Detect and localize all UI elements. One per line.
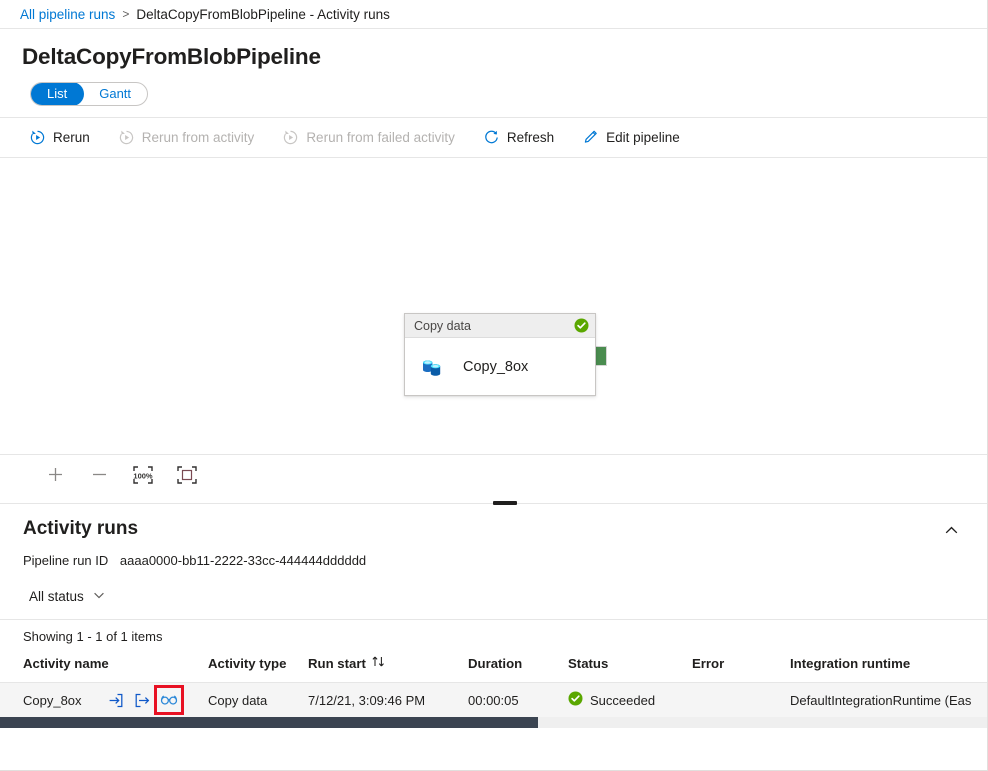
status-success-icon — [568, 691, 583, 709]
page-title: DeltaCopyFromBlobPipeline — [22, 43, 967, 71]
pipeline-run-id-label: Pipeline run ID — [23, 553, 108, 568]
column-header-run-start-label: Run start — [308, 656, 366, 671]
rerun-label: Rerun — [53, 130, 90, 145]
breadcrumb-current: DeltaCopyFromBlobPipeline - Activity run… — [136, 7, 390, 22]
tab-list[interactable]: List — [30, 82, 84, 106]
activity-runs-panel: Activity runs Pipeline run ID aaaa0000-b… — [0, 512, 987, 770]
pipeline-canvas[interactable]: Copy data — [0, 158, 987, 454]
chevron-up-icon — [943, 522, 960, 542]
row-action-icons — [106, 691, 178, 709]
activity-runs-table-wrap: Activity name Activity type Run start — [0, 655, 987, 728]
command-toolbar: Rerun Rerun from activity Rerun from — [0, 117, 987, 158]
column-header-error[interactable]: Error — [692, 655, 790, 683]
activity-node-header: Copy data — [405, 314, 595, 338]
sort-arrows-icon — [371, 655, 386, 671]
pipeline-run-id-row: Pipeline run ID aaaa0000-bb11-2222-33cc-… — [0, 546, 987, 568]
rerun-from-activity-button: Rerun from activity — [115, 123, 258, 153]
rerun-from-activity-label: Rerun from activity — [142, 130, 255, 145]
column-header-duration[interactable]: Duration — [468, 655, 568, 683]
column-header-error-label: Error — [692, 656, 724, 671]
cell-activity-type: Copy data — [208, 683, 308, 718]
activity-node-type: Copy data — [414, 319, 574, 333]
cell-error — [692, 683, 790, 718]
table-horizontal-scrollbar[interactable] — [0, 717, 987, 728]
table-scrollbar-thumb[interactable] — [0, 717, 538, 728]
table-row[interactable]: Copy_8ox — [0, 683, 987, 718]
cell-duration: 00:00:05 — [468, 683, 568, 718]
tab-gantt[interactable]: Gantt — [82, 82, 148, 106]
success-check-icon — [574, 318, 589, 333]
refresh-icon — [483, 129, 500, 146]
rerun-button[interactable]: Rerun — [26, 123, 93, 153]
cell-activity-name: Copy_8ox — [0, 683, 208, 718]
zoom-in-button[interactable] — [38, 460, 72, 490]
activity-runs-page: All pipeline runs > DeltaCopyFromBlobPip… — [0, 0, 988, 771]
rerun-icon — [29, 129, 46, 146]
activity-runs-title: Activity runs — [23, 516, 937, 542]
edit-pipeline-button[interactable]: Edit pipeline — [579, 123, 683, 153]
refresh-label: Refresh — [507, 130, 554, 145]
status-filter-label: All status — [29, 589, 84, 604]
edit-pipeline-label: Edit pipeline — [606, 130, 680, 145]
refresh-button[interactable]: Refresh — [480, 123, 557, 153]
fit-to-screen-button[interactable] — [170, 460, 204, 490]
pipeline-run-id-value: aaaa0000-bb11-2222-33cc-444444dddddd — [120, 553, 366, 568]
activity-node-body: Copy_8ox — [405, 338, 595, 395]
status-filter-row: All status — [0, 568, 987, 607]
svg-text:100%: 100% — [133, 471, 153, 480]
cell-status: Succeeded — [568, 683, 692, 718]
view-pivot: List Gantt — [30, 82, 148, 106]
status-badge: Succeeded — [590, 693, 655, 708]
column-header-status[interactable]: Status — [568, 655, 692, 683]
activity-output-port[interactable] — [595, 346, 607, 366]
chevron-down-icon — [92, 588, 106, 605]
rerun-from-failed-activity-icon — [282, 129, 299, 146]
column-header-status-label: Status — [568, 656, 608, 671]
column-header-activity-name-label: Activity name — [23, 656, 109, 671]
copy-data-icon — [419, 352, 449, 382]
cell-run-start: 7/12/21, 3:09:46 PM — [308, 683, 468, 718]
output-arrow-icon[interactable] — [133, 691, 151, 709]
zoom-out-button[interactable] — [82, 460, 116, 490]
breadcrumb-separator: > — [122, 7, 129, 21]
input-arrow-icon[interactable] — [106, 691, 124, 709]
row-activity-name: Copy_8ox — [0, 693, 106, 708]
breadcrumb-all-pipeline-runs[interactable]: All pipeline runs — [20, 7, 115, 22]
view-pivot-row: List Gantt — [0, 71, 987, 106]
table-header-row: Activity name Activity type Run start — [0, 655, 987, 683]
collapse-panel-button[interactable] — [937, 518, 965, 546]
rerun-from-failed-activity-button: Rerun from failed activity — [279, 123, 458, 153]
page-title-row: DeltaCopyFromBlobPipeline — [0, 29, 987, 71]
activity-runs-header: Activity runs — [0, 512, 987, 546]
rerun-from-failed-activity-label: Rerun from failed activity — [306, 130, 455, 145]
activity-node-name: Copy_8ox — [463, 359, 528, 375]
column-header-integration-runtime[interactable]: Integration runtime — [790, 655, 987, 683]
breadcrumb: All pipeline runs > DeltaCopyFromBlobPip… — [0, 0, 987, 29]
status-filter-dropdown[interactable]: All status — [25, 586, 110, 607]
column-header-integration-runtime-label: Integration runtime — [790, 656, 910, 671]
zoom-reset-100-button[interactable]: 100% — [126, 460, 160, 490]
pencil-icon — [582, 129, 599, 146]
column-header-activity-name[interactable]: Activity name — [0, 655, 208, 683]
activity-runs-table: Activity name Activity type Run start — [0, 655, 987, 717]
splitter-grip[interactable] — [493, 501, 517, 505]
details-glasses-icon[interactable] — [160, 691, 178, 709]
cell-integration-runtime: DefaultIntegrationRuntime (Eas — [790, 683, 987, 718]
showing-count: Showing 1 - 1 of 1 items — [0, 620, 987, 644]
column-header-activity-type[interactable]: Activity type — [208, 655, 308, 683]
canvas-zoom-toolbar: 100% — [0, 454, 987, 494]
panel-splitter[interactable] — [0, 494, 987, 512]
activity-node-copy-data[interactable]: Copy data — [404, 313, 596, 396]
rerun-from-activity-icon — [118, 129, 135, 146]
column-header-duration-label: Duration — [468, 656, 522, 671]
column-header-run-start[interactable]: Run start — [308, 655, 468, 683]
column-header-activity-type-label: Activity type — [208, 656, 286, 671]
